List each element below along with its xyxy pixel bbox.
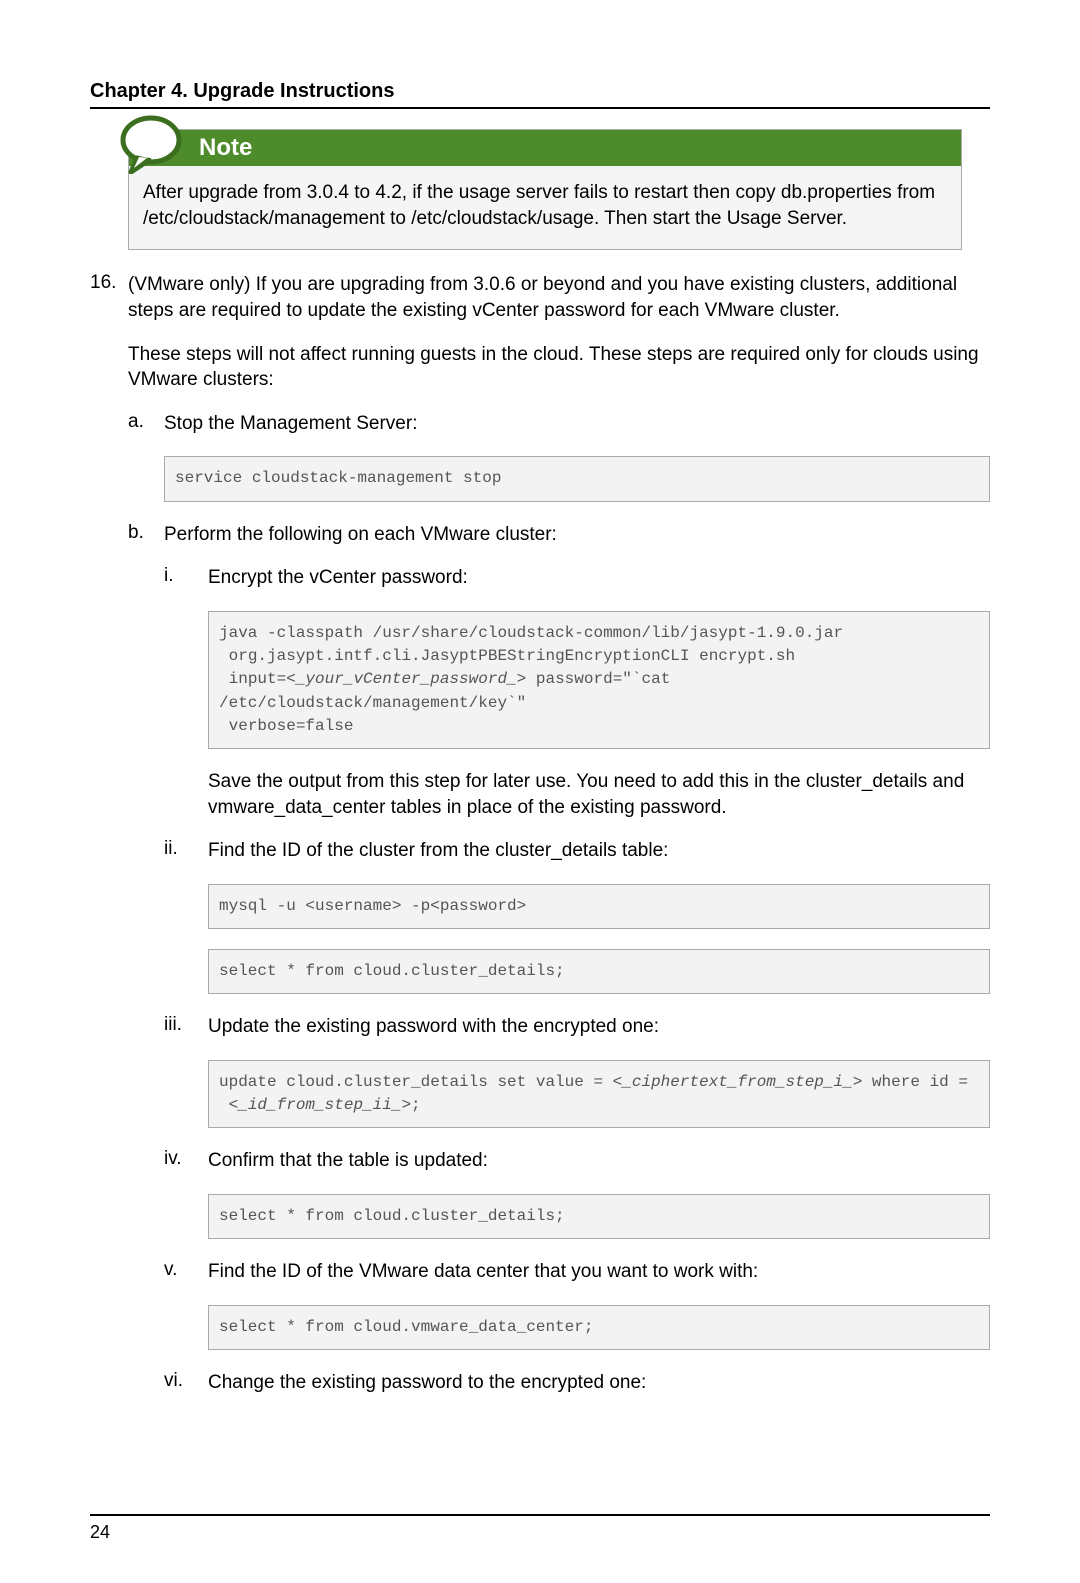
code-encrypt: java -classpath /usr/share/cloudstack-co… [208,611,990,749]
code-select-vmware-dc: select * from cloud.vmware_data_center; [208,1305,990,1350]
substep-b-iii-text: Update the existing password with the en… [208,1014,990,1040]
substep-b-v: v. Find the ID of the VMware data center… [164,1259,990,1295]
code-update-post: >; [401,1096,420,1114]
substep-b-num: b. [128,522,164,1414]
substep-b: b. Perform the following on each VMware … [128,522,990,1414]
note-title: Note [199,134,252,162]
substep-b-v-text: Find the ID of the VMware data center th… [208,1259,990,1285]
top-rule [90,107,990,109]
substep-a-text: Stop the Management Server: [164,411,990,437]
note-header: Note [129,130,961,166]
substep-b-vi-num: vi. [164,1370,208,1414]
code-stop-mgmt: service cloudstack-management stop [164,456,990,501]
bottom-rule [90,1514,990,1516]
substep-b-iii: iii. Update the existing password with t… [164,1014,990,1050]
substep-b-iv-num: iv. [164,1148,208,1184]
step-16: 16. (VMware only) If you are upgrading f… [90,272,990,1413]
step16-p1: (VMware only) If you are upgrading from … [128,272,990,323]
substep-b-vi: vi. Change the existing password to the … [164,1370,990,1414]
substep-b-ii-text: Find the ID of the cluster from the clus… [208,838,990,864]
substep-a-num: a. [128,411,164,447]
note-body: After upgrade from 3.0.4 to 4.2, if the … [129,166,961,231]
substep-b-iv: iv. Confirm that the table is updated: [164,1148,990,1184]
code-confirm-cluster: select * from cloud.cluster_details; [208,1194,990,1239]
code-select-cluster: select * from cloud.cluster_details; [208,949,990,994]
substep-b-i-text: Encrypt the vCenter password: [208,565,990,591]
substep-b-iii-num: iii. [164,1014,208,1050]
substep-b-ii: ii. Find the ID of the cluster from the … [164,838,990,874]
substep-b-vi-text: Change the existing password to the encr… [208,1370,990,1396]
code-update-pre: update cloud.cluster_details set value =… [219,1073,622,1091]
step-number: 16. [90,272,128,1413]
substep-b-text: Perform the following on each VMware clu… [164,522,990,548]
substep-b-i-num: i. [164,565,208,601]
code-update-ital2: _id_from_step_ii_ [238,1096,401,1114]
substep-b-v-num: v. [164,1259,208,1295]
code-update-ital1: _ciphertext_from_step_i_ [622,1073,852,1091]
page-content: Chapter 4. Upgrade Instructions Note Aft… [0,0,1080,1583]
code-mysql-login: mysql -u <username> -p<password> [208,884,990,929]
speech-bubble-icon [117,114,185,179]
page-number: 24 [90,1522,990,1543]
substep-a: a. Stop the Management Server: [128,411,990,447]
substep-b-iv-text: Confirm that the table is updated: [208,1148,990,1174]
chapter-title: Chapter 4. Upgrade Instructions [90,80,990,103]
substep-b-i: i. Encrypt the vCenter password: [164,565,990,601]
substep-b-ii-num: ii. [164,838,208,874]
note-callout: Note After upgrade from 3.0.4 to 4.2, if… [128,129,962,250]
code-update-cluster: update cloud.cluster_details set value =… [208,1060,990,1128]
step16-p2: These steps will not affect running gues… [128,342,990,393]
code-encrypt-ital: _your_vCenter_password_ [296,670,517,688]
substep-b-i-after: Save the output from this step for later… [208,769,990,820]
